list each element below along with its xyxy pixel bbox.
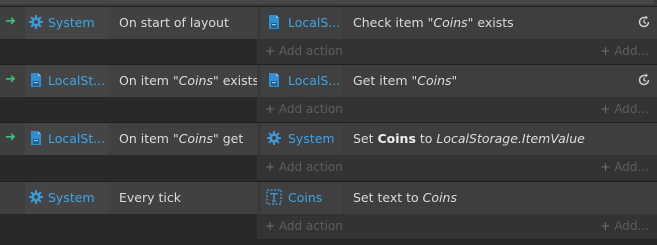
action-object[interactable]: LocalS... xyxy=(261,65,343,97)
action-row[interactable]: LocalS... Get item "Coins" xyxy=(257,65,657,97)
condition-label: On start of layout xyxy=(119,15,229,30)
condition-row[interactable]: ➜ LocalSt... On item "Coins" exists xyxy=(0,65,259,97)
condition-object[interactable]: LocalSt... xyxy=(25,123,109,155)
condition-object[interactable]: LocalSt... xyxy=(25,65,109,97)
conditions-area[interactable]: ➜ System On start of layout xyxy=(0,7,257,64)
event-sheet: ➜ System On start of layout LocalS... Ch… xyxy=(0,0,657,245)
add-action-button[interactable]: + Add action xyxy=(265,43,343,59)
trigger-arrow-icon: ➜ xyxy=(5,14,16,29)
action-label: Check item "Coins" exists xyxy=(353,15,514,30)
gear-icon xyxy=(29,15,43,29)
conditions-area[interactable]: ➜ LocalSt... On item "Coins" get xyxy=(0,123,257,180)
condition-label: Every tick xyxy=(119,190,181,205)
action-text[interactable]: Get item "Coins" xyxy=(344,65,657,97)
sheet-bottom-edge xyxy=(0,239,657,245)
event-block-2[interactable]: ➜ LocalSt... On item "Coins" exists Loca… xyxy=(0,64,657,122)
event-block-1[interactable]: ➜ System On start of layout LocalS... Ch… xyxy=(0,6,657,64)
gear-icon xyxy=(29,190,43,204)
action-row[interactable]: LocalS... Check item "Coins" exists xyxy=(257,7,657,39)
action-object[interactable]: LocalS... xyxy=(261,7,343,39)
trigger-arrow-icon: ➜ xyxy=(5,130,16,145)
conditions-area[interactable]: ➜ LocalSt... On item "Coins" exists xyxy=(0,65,259,122)
condition-object-name: LocalSt... xyxy=(48,131,106,146)
action-object-name: Coins xyxy=(288,190,323,205)
event-block-4[interactable]: System Every tick Coins Set text to Coin… xyxy=(0,181,657,239)
add-more-button[interactable]: + Add... xyxy=(600,159,649,175)
condition-row[interactable]: ➜ LocalSt... On item "Coins" get xyxy=(0,123,257,155)
condition-text[interactable]: On item "Coins" get xyxy=(110,123,257,155)
plus-icon: + xyxy=(265,102,276,116)
condition-object[interactable]: System xyxy=(25,7,109,39)
action-label: Set text to Coins xyxy=(353,190,457,205)
trigger-arrow-icon: ➜ xyxy=(5,72,16,87)
plus-icon: + xyxy=(600,102,611,116)
condition-row[interactable]: System Every tick xyxy=(0,182,257,214)
condition-label: On item "Coins" get xyxy=(119,131,244,146)
action-object-name: LocalS... xyxy=(288,73,341,88)
local-storage-icon xyxy=(269,15,279,29)
condition-object-name: LocalSt... xyxy=(48,73,106,88)
event-block-3[interactable]: ➜ LocalSt... On item "Coins" get System … xyxy=(0,122,657,180)
condition-label: On item "Coins" exists xyxy=(119,73,259,88)
condition-object[interactable]: System xyxy=(25,182,109,214)
plus-icon: + xyxy=(265,219,276,233)
refresh-icon[interactable] xyxy=(637,15,651,29)
action-object-name: LocalS... xyxy=(288,15,341,30)
action-object-name: System xyxy=(288,131,335,146)
action-label: Set Coins to LocalStorage.ItemValue xyxy=(353,131,585,146)
action-text[interactable]: Set Coins to LocalStorage.ItemValue xyxy=(344,123,657,155)
plus-icon: + xyxy=(600,219,611,233)
action-object[interactable]: System xyxy=(261,123,343,155)
action-object[interactable]: Coins xyxy=(261,182,343,214)
add-more-button[interactable]: + Add... xyxy=(600,43,649,59)
action-row[interactable]: Coins Set text to Coins xyxy=(257,182,657,214)
condition-text[interactable]: On start of layout xyxy=(110,7,257,39)
condition-row[interactable]: ➜ System On start of layout xyxy=(0,7,257,39)
local-storage-icon xyxy=(31,131,41,145)
local-storage-icon xyxy=(31,73,41,87)
action-text[interactable]: Set text to Coins xyxy=(344,182,657,214)
plus-icon: + xyxy=(600,44,611,58)
action-label: Get item "Coins" xyxy=(353,73,458,88)
refresh-icon[interactable] xyxy=(637,73,651,87)
plus-icon: + xyxy=(265,44,276,58)
conditions-area[interactable]: System Every tick xyxy=(0,182,257,239)
text-object-icon xyxy=(266,189,282,205)
action-row[interactable]: System Set Coins to LocalStorage.ItemVal… xyxy=(257,123,657,155)
add-more-button[interactable]: + Add... xyxy=(600,218,649,234)
add-action-button[interactable]: + Add action xyxy=(265,101,343,117)
plus-icon: + xyxy=(265,160,276,174)
condition-text[interactable]: On item "Coins" exists xyxy=(110,65,259,97)
add-more-button[interactable]: + Add... xyxy=(600,101,649,117)
add-action-button[interactable]: + Add action xyxy=(265,159,343,175)
condition-object-name: System xyxy=(48,15,95,30)
condition-text[interactable]: Every tick xyxy=(110,182,257,214)
plus-icon: + xyxy=(600,160,611,174)
local-storage-icon xyxy=(269,73,279,87)
add-action-button[interactable]: + Add action xyxy=(265,218,343,234)
action-text[interactable]: Check item "Coins" exists xyxy=(344,7,657,39)
condition-object-name: System xyxy=(48,190,95,205)
gear-icon xyxy=(267,131,281,145)
